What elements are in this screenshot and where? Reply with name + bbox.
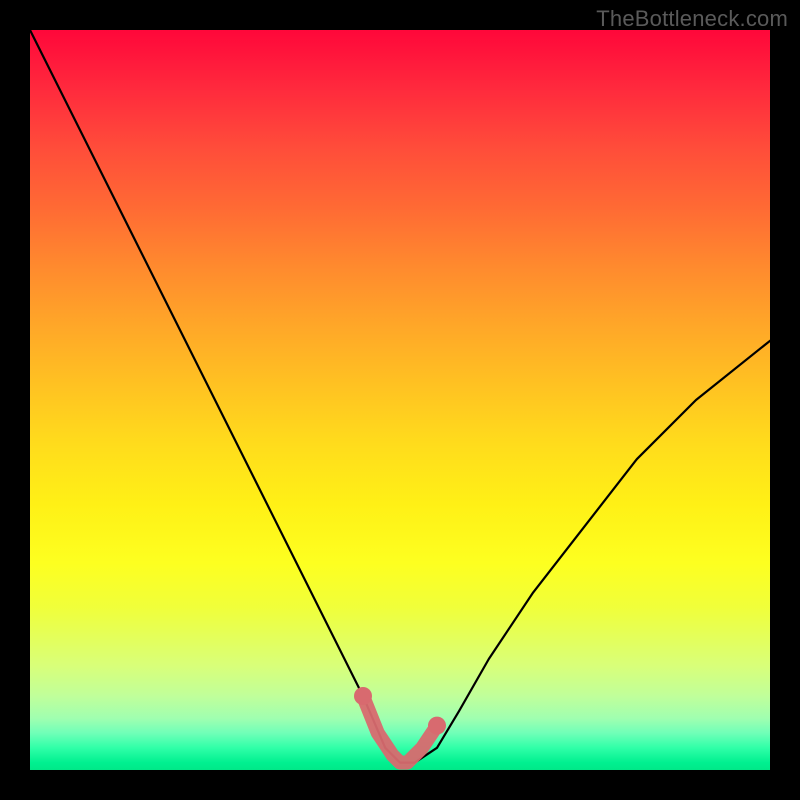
highlight-end-dot xyxy=(428,717,446,735)
plot-area xyxy=(30,30,770,770)
highlight-end-dot xyxy=(354,687,372,705)
watermark-text: TheBottleneck.com xyxy=(596,6,788,32)
highlight-segment xyxy=(363,696,437,763)
chart-frame: TheBottleneck.com xyxy=(0,0,800,800)
bottleneck-curve xyxy=(30,30,770,763)
chart-svg xyxy=(30,30,770,770)
